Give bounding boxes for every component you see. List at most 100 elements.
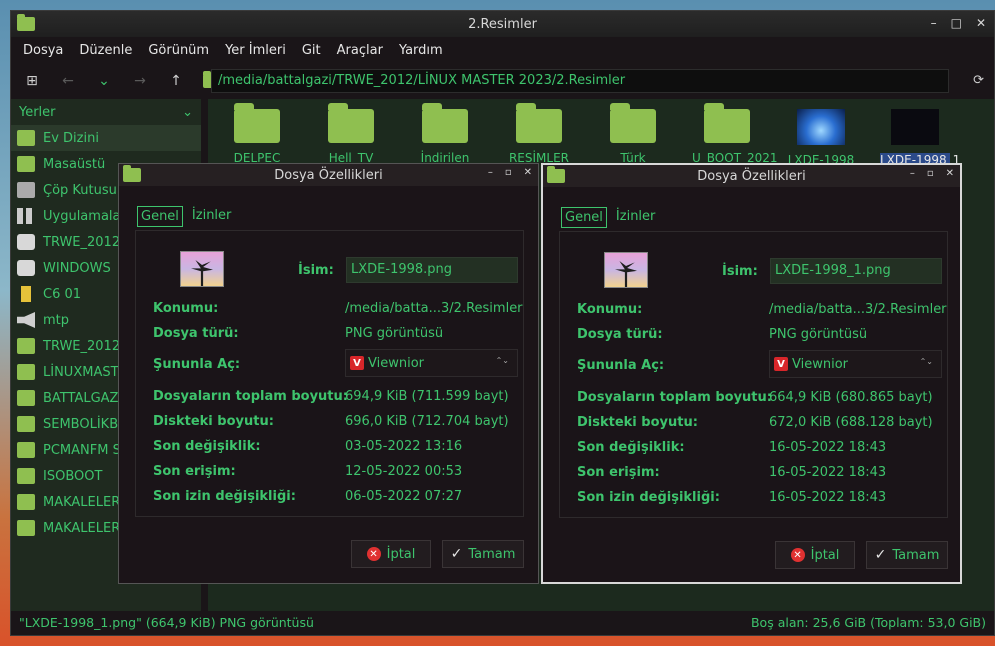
cancel-icon: ✕: [790, 548, 805, 562]
permission-changed-label: Son izin değişikliği:: [577, 490, 720, 505]
tab-izinler[interactable]: İzinler: [613, 207, 658, 228]
apps-grid-icon: [17, 208, 35, 224]
modified-value: 03-05-2022 13:16: [345, 439, 463, 454]
cancel-button[interactable]: ✕ İptal: [775, 541, 855, 569]
modified-label: Son değişiklik:: [577, 440, 685, 455]
menu-araclar[interactable]: Araçlar: [337, 43, 383, 58]
dialog-title: Dosya Özellikleri: [697, 168, 806, 184]
sidebar-item-label: MAKALELER: [43, 494, 121, 510]
folder-icon: [17, 338, 35, 354]
back-arrow-icon[interactable]: ←: [59, 73, 77, 89]
path-input[interactable]: /media/battalgazi/TRWE_2012/LİNUX MASTER…: [211, 69, 949, 93]
minimize-button[interactable]: –: [910, 168, 915, 179]
image-file-icon: [604, 252, 648, 288]
close-button[interactable]: ✕: [976, 16, 986, 30]
name-input[interactable]: LXDE-1998_1.png: [770, 258, 942, 284]
sidebar-item-label: Uygulamalar: [43, 208, 126, 224]
chevron-updown-icon: ⌃⌄: [919, 357, 933, 366]
viewnior-icon: V: [774, 357, 788, 371]
close-button[interactable]: ✕: [524, 167, 532, 178]
menu-duzenle[interactable]: Düzenle: [79, 43, 132, 58]
ok-button[interactable]: ✓ Tamam: [866, 541, 948, 569]
folder-icon: [17, 442, 35, 458]
folder-icon: [234, 103, 280, 143]
file-type-label: Dosya türü:: [153, 326, 239, 341]
sidebar-item-label: WINDOWS: [43, 260, 111, 276]
sidebar-item-ev-dizini[interactable]: Ev Dizini: [11, 125, 201, 151]
drive-icon: [17, 260, 35, 276]
general-panel: İsim: LXDE-1998.png Konumu: /media/batta…: [135, 230, 524, 517]
file-item[interactable]: RESİMLER: [504, 103, 574, 165]
maximize-button[interactable]: ▫: [505, 167, 512, 178]
close-button[interactable]: ✕: [946, 168, 954, 179]
sidebar-item-label: TRWE_2012: [43, 338, 121, 354]
folder-icon: [610, 103, 656, 143]
reload-icon[interactable]: ⟳: [973, 73, 984, 88]
status-free-space: Boş alan: 25,6 GiB (Toplam: 53,0 GiB): [750, 615, 986, 630]
cancel-button[interactable]: ✕ İptal: [351, 540, 431, 568]
open-with-select[interactable]: V Viewnior ⌃⌄: [769, 350, 942, 378]
file-item[interactable]: DELPEC: [222, 103, 292, 165]
forward-arrow-icon[interactable]: →: [131, 73, 149, 89]
accessed-label: Son erişim:: [153, 464, 236, 479]
open-with-label: Şununla Aç:: [153, 357, 241, 372]
ok-button[interactable]: ✓ Tamam: [442, 540, 524, 568]
folder-icon: [516, 103, 562, 143]
maximize-button[interactable]: ▫: [927, 168, 934, 179]
menu-dosya[interactable]: Dosya: [23, 43, 63, 58]
cancel-icon: ✕: [366, 547, 381, 561]
disk-size-value: 696,0 KiB (712.704 bayt): [345, 414, 509, 429]
menu-git[interactable]: Git: [302, 43, 321, 58]
maximize-button[interactable]: □: [951, 16, 962, 30]
trash-icon: [17, 182, 35, 198]
tab-izinler[interactable]: İzinler: [189, 206, 234, 227]
permission-changed-label: Son izin değişikliği:: [153, 489, 296, 504]
window-title: 2.Resimler: [468, 16, 537, 32]
open-with-select[interactable]: V Viewnior ⌃⌄: [345, 349, 518, 377]
name-label: İsim:: [298, 263, 334, 278]
file-item[interactable]: Türk: [598, 103, 668, 165]
ok-label: Tamam: [468, 546, 516, 562]
accessed-value: 12-05-2022 00:53: [345, 464, 463, 479]
drive-icon: [17, 234, 35, 250]
tab-genel[interactable]: Genel: [137, 206, 183, 227]
total-size-label: Dosyaların toplam boyutu:: [577, 390, 772, 405]
folder-icon: [17, 390, 35, 406]
file-type-value: PNG görüntüsü: [345, 326, 444, 341]
accessed-value: 16-05-2022 18:43: [769, 465, 887, 480]
folder-icon: [17, 468, 35, 484]
properties-dialog-1: Dosya Özellikleri – ▫ ✕ Genel İzinler İsim…: [118, 163, 539, 584]
chevron-down-icon[interactable]: ⌄: [182, 105, 193, 120]
name-input[interactable]: LXDE-1998.png: [346, 257, 518, 283]
new-tab-icon[interactable]: ⊞: [23, 73, 41, 89]
location-value: /media/batta...3/2.Resimler: [769, 302, 947, 317]
titlebar: 2.Resimler – □ ✕: [11, 11, 994, 37]
menubar: Dosya Düzenle Görünüm Yer İmleri Git Ara…: [11, 37, 994, 63]
minimize-button[interactable]: –: [488, 167, 493, 178]
file-item[interactable]: İndirilen: [410, 103, 480, 165]
file-item[interactable]: U_BOOT_2021: [692, 103, 778, 165]
minimize-button[interactable]: –: [931, 16, 937, 30]
menu-gorunum[interactable]: Görünüm: [148, 43, 209, 58]
sidebar-header-label: Yerler: [19, 105, 56, 120]
folder-icon: [422, 103, 468, 143]
ok-label: Tamam: [892, 547, 940, 563]
tab-genel[interactable]: Genel: [561, 207, 607, 228]
cancel-label: İptal: [386, 546, 416, 562]
menu-yardim[interactable]: Yardım: [399, 43, 443, 58]
sidebar-header[interactable]: Yerler ⌄: [11, 99, 201, 125]
file-type-label: Dosya türü:: [577, 327, 663, 342]
disk-size-label: Diskteki boyutu:: [577, 415, 698, 430]
file-item[interactable]: LXDE-1998_1: [880, 109, 960, 167]
permission-changed-value: 16-05-2022 18:43: [769, 490, 887, 505]
file-item[interactable]: LXDE-1998: [786, 109, 856, 167]
sidebar-item-label: LİNUXMAST: [43, 364, 119, 380]
up-arrow-icon[interactable]: ↑: [167, 73, 185, 89]
location-label: Konumu:: [153, 301, 219, 316]
chevron-down-icon[interactable]: ⌄: [95, 73, 113, 89]
file-item[interactable]: Hell_TV: [316, 103, 386, 165]
menu-yer-imleri[interactable]: Yer İmleri: [225, 43, 286, 58]
permission-changed-value: 06-05-2022 07:27: [345, 489, 463, 504]
image-thumbnail-icon: [891, 109, 939, 145]
folder-icon: [17, 416, 35, 432]
